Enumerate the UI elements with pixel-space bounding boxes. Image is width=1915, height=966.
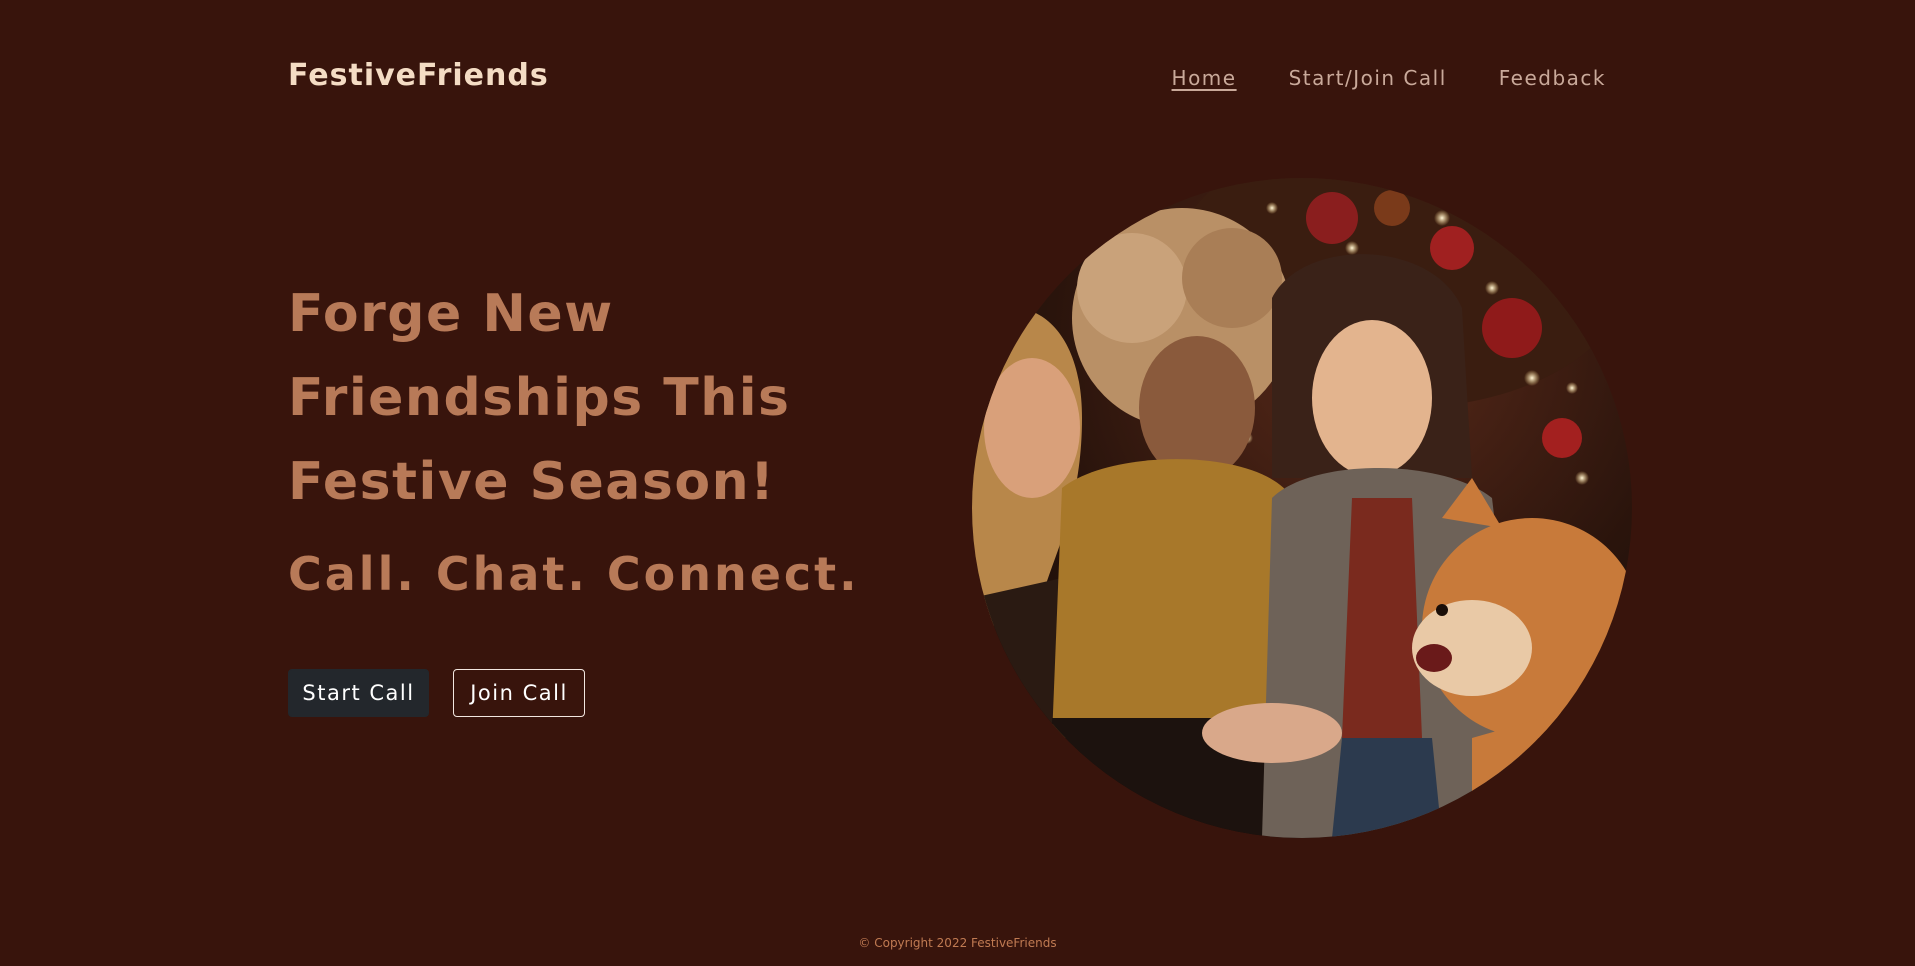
- main-nav: Home Start/Join Call Feedback: [1172, 66, 1606, 90]
- hero-photo: [972, 178, 1632, 838]
- hand: [1202, 703, 1342, 763]
- nav-home[interactable]: Home: [1172, 66, 1237, 90]
- footer-copyright: © Copyright 2022 FestiveFriends: [858, 936, 1057, 950]
- join-call-button[interactable]: Join Call: [453, 669, 585, 717]
- brand-logo[interactable]: FestiveFriends: [288, 58, 549, 93]
- hero-tagline: Call. Chat. Connect.: [288, 547, 860, 601]
- hero-title-line-3: Festive Season!: [288, 452, 776, 512]
- friends-with-dog-photo: [972, 178, 1632, 838]
- nav-feedback[interactable]: Feedback: [1499, 66, 1606, 90]
- hero-title-line-1: Forge New: [288, 284, 614, 344]
- hero-title: Forge New Friendships This Festive Seaso…: [288, 272, 868, 524]
- start-call-button[interactable]: Start Call: [288, 669, 429, 717]
- nav-start-join-call[interactable]: Start/Join Call: [1289, 66, 1447, 90]
- landing-page: FestiveFriends Home Start/Join Call Feed…: [0, 0, 1915, 966]
- hero-title-line-2: Friendships This: [288, 368, 791, 428]
